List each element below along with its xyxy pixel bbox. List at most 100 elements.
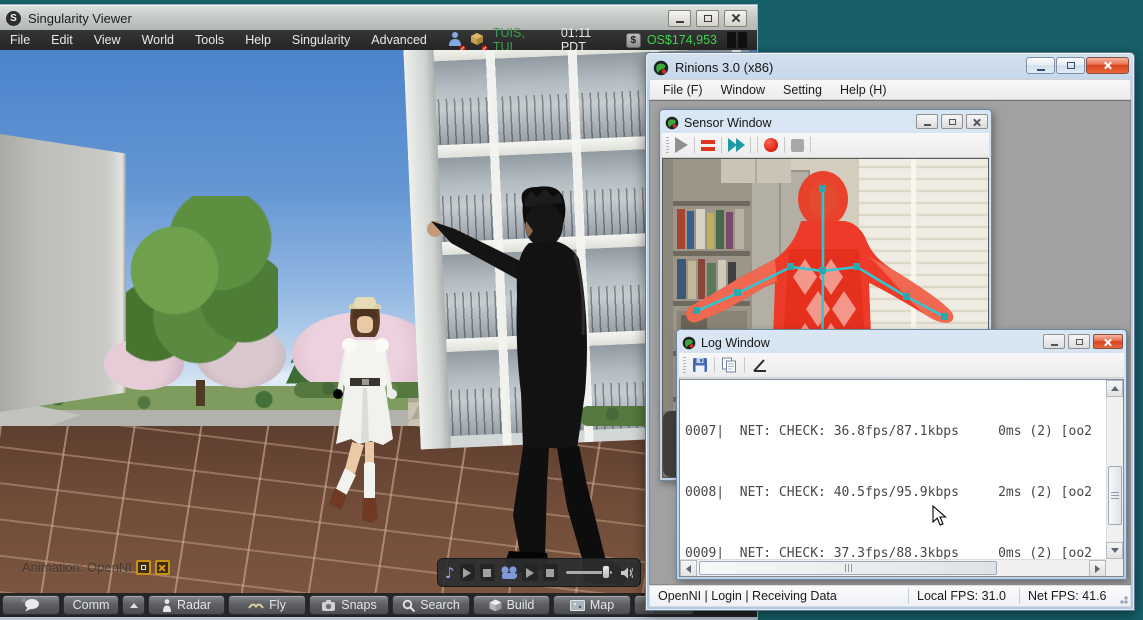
horizontal-scroll-thumb[interactable] xyxy=(699,561,997,575)
viewer-minimize-button[interactable] xyxy=(668,10,691,27)
sensor-title: Sensor Window xyxy=(684,116,772,130)
log-text-area[interactable]: 0007| NET: CHECK: 36.8fps/87.1kbps 0ms (… xyxy=(679,379,1124,577)
rinions-statusbar: OpenNI | Login | Receiving Data Local FP… xyxy=(649,585,1131,607)
sensor-close-button[interactable] xyxy=(966,114,988,129)
buy-currency-button[interactable]: $ xyxy=(626,33,641,48)
sensor-toolbar xyxy=(662,133,989,158)
copy-icon[interactable] xyxy=(721,357,738,373)
sensor-minimize-button[interactable] xyxy=(916,114,938,129)
volume-knob[interactable] xyxy=(602,565,610,579)
music-note-icon: ♪ xyxy=(445,564,455,582)
minimize-icon xyxy=(676,21,684,23)
scroll-left-button[interactable] xyxy=(680,560,697,577)
singularity-logo-icon: S xyxy=(6,11,21,26)
menu-world[interactable]: World xyxy=(142,33,174,47)
pause-button[interactable] xyxy=(701,140,715,151)
viewer-title: Singularity Viewer xyxy=(28,11,132,26)
local-fps-status: Local FPS: 31.0 xyxy=(909,586,1019,606)
log-minimize-button[interactable] xyxy=(1043,334,1065,349)
fly-button[interactable]: Fly xyxy=(228,595,306,615)
resize-grip[interactable] xyxy=(1118,594,1128,604)
overlay-close-button[interactable] xyxy=(155,560,170,575)
radar-button[interactable]: Radar xyxy=(148,595,225,615)
map-label: Map xyxy=(590,598,614,612)
stop-button[interactable] xyxy=(791,139,804,152)
map-button[interactable]: Map xyxy=(553,595,631,615)
fast-forward-button[interactable] xyxy=(728,138,744,152)
vertical-scroll-thumb[interactable] xyxy=(1108,466,1122,525)
menu-file[interactable]: File (F) xyxy=(654,83,712,97)
bird-icon xyxy=(248,600,264,611)
sensor-titlebar[interactable]: Sensor Window xyxy=(662,112,989,133)
rinions-app-icon xyxy=(682,336,696,350)
menu-edit[interactable]: Edit xyxy=(51,33,73,47)
media-play-button[interactable] xyxy=(522,564,537,581)
scroll-right-button[interactable] xyxy=(1089,560,1106,577)
menu-singularity[interactable]: Singularity xyxy=(292,33,350,47)
restore-icon xyxy=(141,565,146,570)
search-icon xyxy=(402,599,415,612)
male-avatar[interactable] xyxy=(425,185,645,593)
menu-help[interactable]: Help (H) xyxy=(831,83,896,97)
log-title: Log Window xyxy=(701,336,770,350)
comm-expand-button[interactable] xyxy=(122,595,145,615)
rinions-maximize-button[interactable] xyxy=(1056,57,1085,74)
net-fps-status: Net FPS: 41.6 xyxy=(1020,586,1115,606)
stream-media-indicator xyxy=(727,32,747,48)
log-window: Log Window xyxy=(676,329,1127,580)
volume-slider[interactable] xyxy=(566,571,612,574)
scroll-down-button[interactable] xyxy=(1106,542,1123,559)
minimize-icon xyxy=(1051,344,1058,346)
menu-help[interactable]: Help xyxy=(245,33,271,47)
audio-stop-button[interactable] xyxy=(480,564,495,581)
chat-bubble-icon xyxy=(22,598,40,612)
log-line: 0008| NET: CHECK: 40.5fps/95.9kbps 2ms (… xyxy=(685,483,1106,503)
overlay-restore-button[interactable] xyxy=(136,560,151,575)
vertical-scrollbar[interactable] xyxy=(1106,380,1123,559)
build-button[interactable]: Build xyxy=(473,595,550,615)
menu-file[interactable]: File xyxy=(10,33,30,47)
log-titlebar[interactable]: Log Window xyxy=(679,332,1124,353)
menu-setting[interactable]: Setting xyxy=(774,83,831,97)
snapshot-button[interactable]: Snaps xyxy=(309,595,389,615)
media-stop-button[interactable] xyxy=(543,564,558,581)
menu-tools[interactable]: Tools xyxy=(195,33,224,47)
log-close-button[interactable] xyxy=(1093,334,1123,349)
chat-button[interactable] xyxy=(2,595,60,615)
speaker-icon[interactable] xyxy=(620,566,633,580)
people-disabled-icon xyxy=(448,31,463,50)
menu-window[interactable]: Window xyxy=(712,83,774,97)
toolbar-grip[interactable] xyxy=(666,137,669,153)
maximize-icon xyxy=(1067,62,1075,69)
log-line: 0007| NET: CHECK: 36.8fps/87.1kbps 0ms (… xyxy=(685,422,1106,442)
female-avatar[interactable] xyxy=(323,292,408,527)
toolbar-grip[interactable] xyxy=(683,357,686,373)
close-icon xyxy=(1103,61,1113,71)
audio-play-button[interactable] xyxy=(460,564,475,581)
rinions-titlebar[interactable]: Rinions 3.0 (x86) xyxy=(649,56,1131,79)
viewer-close-button[interactable] xyxy=(724,10,747,27)
rinions-app-icon xyxy=(665,116,679,130)
rinions-client-area: Sensor Window xyxy=(649,100,1131,585)
viewer-maximize-button[interactable] xyxy=(696,10,719,27)
comm-button[interactable]: Comm xyxy=(63,595,119,615)
scroll-up-button[interactable] xyxy=(1106,380,1123,397)
sensor-maximize-button[interactable] xyxy=(941,114,963,129)
search-button[interactable]: Search xyxy=(392,595,470,615)
play-button[interactable] xyxy=(675,137,688,153)
menu-advanced[interactable]: Advanced xyxy=(371,33,427,47)
snapshot-label: Snaps xyxy=(341,598,376,612)
save-icon[interactable] xyxy=(692,357,708,373)
log-maximize-button[interactable] xyxy=(1068,334,1090,349)
clear-log-icon[interactable] xyxy=(751,357,768,373)
menu-view[interactable]: View xyxy=(94,33,121,47)
minimize-icon xyxy=(1037,69,1045,71)
rinions-close-button[interactable] xyxy=(1086,57,1129,74)
rinions-window: Rinions 3.0 (x86) File (F) Window Settin… xyxy=(645,52,1135,611)
close-icon xyxy=(731,13,741,23)
horizontal-scrollbar[interactable] xyxy=(680,559,1106,576)
record-button[interactable] xyxy=(764,138,778,152)
close-icon xyxy=(158,564,166,572)
rinions-minimize-button[interactable] xyxy=(1026,57,1055,74)
world-viewport[interactable]: Animation: OpenNI ♪ xyxy=(0,50,757,593)
